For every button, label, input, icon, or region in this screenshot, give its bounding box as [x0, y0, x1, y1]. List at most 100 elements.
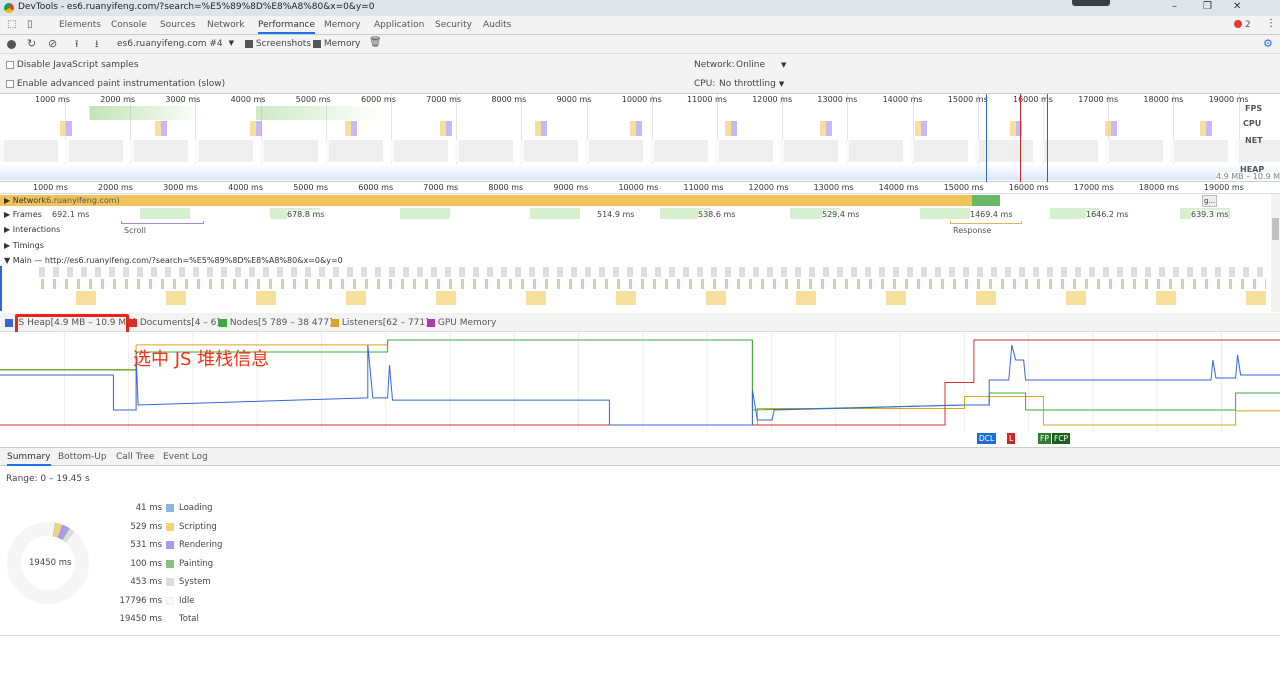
ruler-tick: 1000 ms [33, 183, 68, 192]
track-interactions[interactable]: ▶ Interactions [4, 225, 60, 234]
tab-sources[interactable]: Sources [160, 20, 196, 30]
summary-row-rendering: 531 ms Rendering [130, 540, 223, 550]
save-profile-icon[interactable]: ⭳ [95, 37, 99, 54]
frame-duration: 514.9 ms [597, 210, 635, 219]
tab-summary[interactable]: Summary [7, 452, 51, 466]
marker-dcl[interactable]: DCL [977, 433, 997, 444]
overview-tick: 7000 ms [426, 95, 462, 104]
counter-checkbox-gpu-memory[interactable]: GPU Memory [427, 318, 496, 328]
counter-checkbox-listeners[interactable]: Listeners[62 – 771] [331, 318, 429, 328]
error-count[interactable]: 2 [1245, 20, 1251, 30]
overview-tick: 15000 ms [947, 95, 988, 104]
flame-chart[interactable]: ▶ Network6.ruanyifeng.com) g... ▶ Frames… [0, 194, 1280, 444]
record-button[interactable] [7, 40, 16, 49]
tab-event-log[interactable]: Event Log [163, 452, 208, 462]
network-throttle-select[interactable]: Online ▼ [736, 60, 786, 70]
screenshots-lane [0, 140, 1280, 162]
reload-record-icon[interactable]: ↻ [27, 37, 36, 50]
loading-swatch [166, 504, 174, 512]
tab-network[interactable]: Network [207, 20, 245, 30]
tab-memory[interactable]: Memory [324, 20, 361, 30]
clear-icon[interactable]: ⊘ [48, 37, 57, 50]
response-interaction[interactable] [950, 221, 1022, 224]
counter-checkbox-nodes[interactable]: Nodes[5 789 – 38 477] [219, 318, 333, 328]
window-title: DevTools - es6.ruanyifeng.com/?search=%E… [18, 2, 375, 12]
overview-tick: 4000 ms [230, 95, 266, 104]
chrome-logo-icon [4, 3, 14, 13]
tab-application[interactable]: Application [374, 20, 424, 30]
tab-performance[interactable]: Performance [258, 20, 316, 34]
device-toolbar-icon[interactable]: ▯ [27, 19, 33, 30]
minimize-button[interactable]: – [1172, 1, 1177, 12]
inspect-element-icon[interactable]: ⬚ [7, 19, 16, 30]
marker-load[interactable]: L [1007, 433, 1016, 444]
overview-tick: 1000 ms [35, 95, 70, 104]
overview-tick: 12000 ms [752, 95, 793, 104]
dcl-line [986, 94, 987, 182]
ruler-tick: 9000 ms [553, 183, 589, 192]
overview-tick: 5000 ms [295, 95, 331, 104]
track-network[interactable]: ▶ Network6.ruanyifeng.com) [4, 196, 120, 205]
donut-total: 19450 ms [29, 558, 72, 568]
counter-checkbox-documents[interactable]: Documents[4 – 6] [129, 318, 220, 328]
ruler-tick: 12000 ms [748, 183, 789, 192]
screenshots-checkbox[interactable]: Screenshots [245, 39, 311, 49]
ruler-tick: 18000 ms [1138, 183, 1179, 192]
tab-console[interactable]: Console [111, 20, 147, 30]
tab-elements[interactable]: Elements [59, 20, 101, 30]
ruler-tick: 5000 ms [293, 183, 329, 192]
summary-panel: Range: 0 – 19.45 s 19450 ms 41 ms Loading… [0, 466, 1280, 636]
tab-audits[interactable]: Audits [483, 20, 511, 30]
overview-tick: 3000 ms [165, 95, 201, 104]
settings-gear-icon[interactable]: ⚙ [1263, 37, 1273, 50]
ruler-tick: 3000 ms [163, 183, 198, 192]
frame-duration: 538.6 ms [698, 210, 736, 219]
rendering-swatch [166, 541, 174, 549]
summary-row-loading: 41 ms Loading [135, 503, 213, 513]
frame-duration: 639.3 ms [1191, 210, 1229, 219]
overview-tick: 14000 ms [882, 95, 923, 104]
track-main[interactable]: ▼ Main — http://es6.ruanyifeng.com/?sear… [4, 256, 343, 265]
ruler-tick: 2000 ms [98, 183, 133, 192]
frame-duration: 1646.2 ms [1086, 210, 1129, 219]
cpu-throttle-select[interactable]: No throttling ▼ [719, 79, 784, 89]
load-profile-icon[interactable]: ⭱ [75, 37, 79, 54]
timeline-overview[interactable]: 1000 ms 2000 ms 3000 ms 4000 ms 5000 ms 6000 … [0, 94, 1280, 182]
advanced-paint-checkbox[interactable]: Enable advanced paint instrumentation (s… [6, 79, 225, 89]
memory-checkbox[interactable]: Memory [313, 39, 360, 49]
summary-row-scripting: 529 ms Scripting [130, 521, 217, 532]
trash-icon[interactable]: 🗑 [369, 37, 382, 48]
scroll-interaction[interactable] [121, 221, 204, 224]
heap-range: 4.9 MB – 10.9 MB [1216, 172, 1280, 181]
time-ruler: 1000 ms 2000 ms 3000 ms 4000 ms 5000 ms 6000 … [0, 182, 1280, 194]
track-timings[interactable]: ▶ Timings [4, 241, 44, 250]
recording-select[interactable]: es6.ruanyifeng.com #4 ▼ [117, 39, 237, 49]
summary-row-painting: 100 ms Painting [130, 558, 214, 569]
more-menu-icon[interactable]: ⋮ [1266, 18, 1276, 29]
overview-tick: 9000 ms [556, 95, 592, 104]
tab-security[interactable]: Security [435, 20, 472, 30]
tab-call-tree[interactable]: Call Tree [116, 452, 154, 462]
range-label: Range: 0 – 19.45 s [6, 474, 90, 484]
frame-duration: 1469.4 ms [970, 210, 1013, 219]
system-swatch [166, 578, 174, 586]
flame-scrollbar[interactable] [1271, 194, 1280, 312]
marker-fcp[interactable]: FCP [1052, 433, 1071, 444]
main-thread-flame[interactable] [36, 267, 1266, 311]
marker-fp[interactable]: FP [1038, 433, 1051, 444]
ruler-tick: 11000 ms [683, 183, 724, 192]
error-icon[interactable] [1234, 20, 1242, 28]
network-bar-doc [972, 195, 1000, 206]
cpu-lane [0, 121, 1280, 136]
ruler-tick: 6000 ms [358, 183, 394, 192]
close-button[interactable]: ✕ [1233, 1, 1241, 12]
network-request-item[interactable]: g... [1202, 195, 1218, 207]
restore-button[interactable]: ❐ [1203, 1, 1212, 12]
network-label: Network: [694, 60, 735, 70]
lane-label-cpu: CPU [1243, 119, 1262, 128]
track-frames[interactable]: ▶ Frames [4, 210, 42, 219]
disable-js-samples-checkbox[interactable]: Disable JavaScript samples [6, 60, 139, 70]
window-titlebar: DevTools - es6.ruanyifeng.com/?search=%E… [0, 0, 1280, 16]
response-label: Response [953, 226, 992, 235]
tab-bottom-up[interactable]: Bottom-Up [58, 452, 107, 462]
